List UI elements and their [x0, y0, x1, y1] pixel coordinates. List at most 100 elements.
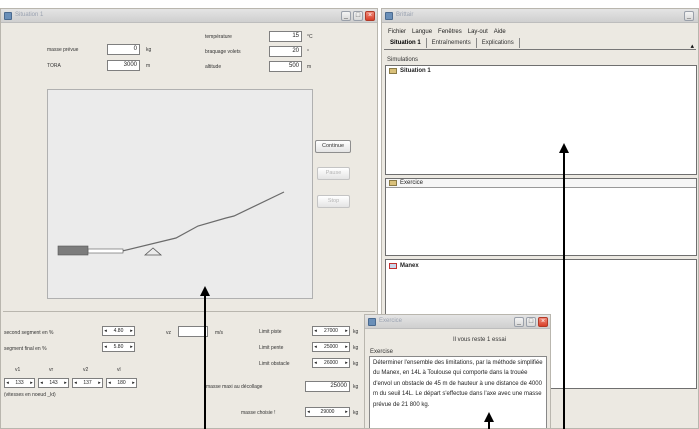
- situation-window: Situation 1 _ □ × masse prévue 0 kg TORA…: [0, 8, 378, 429]
- second-segment-value: 4.80: [113, 328, 124, 334]
- manex-tree-item[interactable]: Manex: [389, 263, 419, 269]
- stop-button[interactable]: Stop: [317, 195, 350, 208]
- limit-obstacle-value: 26000: [324, 360, 338, 366]
- menu-fenetres[interactable]: Fenêtres: [438, 29, 462, 35]
- pause-button[interactable]: Pause: [317, 167, 350, 180]
- vr-value: 143: [49, 380, 58, 386]
- aircraft-icon: [57, 245, 89, 256]
- main-window-title: Brittair: [396, 12, 414, 18]
- lower-separator: [3, 311, 375, 312]
- collapse-icon[interactable]: ▴: [690, 42, 694, 50]
- masse-prevue-field[interactable]: 0: [107, 44, 140, 55]
- menu-layout[interactable]: Lay-out: [468, 29, 488, 35]
- final-segment-value: 5.80: [113, 344, 124, 350]
- spin-right-icon[interactable]: ▸: [131, 379, 136, 387]
- close-icon[interactable]: ×: [538, 317, 548, 327]
- situation-tree-item[interactable]: Situation 1: [389, 68, 431, 74]
- vl-spinner[interactable]: ◂ 180 ▸: [106, 378, 137, 388]
- exercise-text: Déterminer l'ensemble des limitations, p…: [369, 356, 547, 428]
- spin-right-icon[interactable]: ▸: [129, 327, 134, 335]
- app-icon: [368, 318, 376, 326]
- braquage-label: braquage volets: [205, 49, 241, 55]
- exercise-tree-item[interactable]: Exercice: [389, 180, 423, 186]
- spin-right-icon[interactable]: ▸: [344, 359, 349, 367]
- spin-right-icon[interactable]: ▸: [29, 379, 34, 387]
- limit-pente-label: Limit pente: [259, 345, 284, 351]
- vr-header: vr: [49, 367, 54, 373]
- menu-langue[interactable]: Langue: [412, 29, 432, 35]
- spin-right-icon[interactable]: ▸: [63, 379, 68, 387]
- tora-field[interactable]: 3000: [107, 60, 140, 71]
- spin-right-icon[interactable]: ▸: [344, 343, 349, 351]
- second-segment-spinner[interactable]: ◂ 4.80 ▸: [102, 326, 135, 336]
- menu-fichier[interactable]: Fichier: [388, 29, 406, 35]
- maximize-icon[interactable]: □: [353, 11, 363, 21]
- maximize-icon[interactable]: □: [526, 317, 536, 327]
- exercise-titlebar[interactable]: Exercice _ □ ×: [365, 315, 550, 329]
- tora-unit: m: [146, 63, 151, 69]
- app-icon: [4, 12, 12, 20]
- minimize-icon[interactable]: _: [514, 317, 524, 327]
- spin-right-icon[interactable]: ▸: [97, 379, 102, 387]
- vz-label: vz: [166, 330, 171, 336]
- braquage-unit: °: [307, 49, 309, 55]
- masse-prevue-label: masse prévue: [47, 47, 79, 53]
- masse-choisie-unit: kg: [353, 410, 359, 416]
- menu-aide[interactable]: Aide: [494, 29, 506, 35]
- minimize-icon[interactable]: _: [341, 11, 351, 21]
- annotation-arrow-dialog: [488, 421, 490, 429]
- altitude-unit: m: [307, 64, 312, 70]
- climb-trajectory: [117, 191, 285, 253]
- situation-titlebar[interactable]: Situation 1 _ □ ×: [1, 9, 377, 23]
- masse-choisie-spinner[interactable]: ◂ 29000 ▸: [305, 407, 350, 417]
- exercise-panel: Exercice: [385, 178, 697, 256]
- minimize-icon[interactable]: _: [684, 11, 694, 21]
- manex-item-label: Manex: [400, 263, 419, 269]
- spin-right-icon[interactable]: ▸: [344, 327, 349, 335]
- temperature-unit: °C: [307, 34, 313, 40]
- limit-piste-spinner[interactable]: ◂ 27000 ▸: [312, 326, 350, 336]
- folder-icon: [389, 180, 397, 186]
- arrow-head-icon: [200, 286, 210, 296]
- simulation-canvas: [47, 89, 313, 299]
- close-icon[interactable]: ×: [365, 11, 375, 21]
- tab-situation[interactable]: Situation 1: [385, 38, 427, 48]
- v1-spinner[interactable]: ◂ 133 ▸: [4, 378, 35, 388]
- masse-maxi-unit: kg: [353, 384, 359, 390]
- temperature-field[interactable]: 15: [269, 31, 302, 42]
- tab-entrainements[interactable]: Entraînements: [427, 38, 477, 48]
- limit-pente-spinner[interactable]: ◂ 25000 ▸: [312, 342, 350, 352]
- tab-explications[interactable]: Explications: [477, 38, 520, 48]
- limit-piste-label: Limit piste: [259, 329, 282, 335]
- main-titlebar[interactable]: Brittair _: [382, 9, 698, 23]
- vl-value: 180: [117, 380, 126, 386]
- temperature-label: température: [205, 34, 232, 40]
- limit-piste-value: 27000: [324, 328, 338, 334]
- situation-item-label: Situation 1: [400, 68, 431, 74]
- folder-icon: [389, 68, 397, 74]
- menu-bar: Fichier Langue Fenêtres Lay-out Aide: [388, 29, 512, 35]
- main-tabs: Situation 1 Entraînements Explications: [385, 38, 520, 48]
- v1-value: 133: [15, 380, 24, 386]
- final-segment-spinner[interactable]: ◂ 5.80 ▸: [102, 342, 135, 352]
- annotation-arrow-left: [204, 295, 206, 429]
- continue-button[interactable]: Continue: [315, 140, 351, 153]
- braquage-field[interactable]: 20: [269, 46, 302, 57]
- annotation-arrow-right: [563, 152, 565, 429]
- altitude-field[interactable]: 500: [269, 61, 302, 72]
- v1-header: v1: [15, 367, 21, 373]
- v2-header: v2: [83, 367, 89, 373]
- limit-pente-unit: kg: [353, 345, 359, 351]
- spin-right-icon[interactable]: ▸: [129, 343, 134, 351]
- vz-unit: m/s: [215, 330, 224, 336]
- limit-piste-unit: kg: [353, 329, 359, 335]
- simulations-panel: Situation 1: [385, 65, 697, 175]
- masse-choisie-label: masse choisie !: [241, 410, 276, 416]
- spin-right-icon[interactable]: ▸: [344, 408, 349, 416]
- exercise-item-label: Exercice: [400, 180, 424, 186]
- v2-spinner[interactable]: ◂ 137 ▸: [72, 378, 103, 388]
- masse-prevue-unit: kg: [146, 47, 152, 53]
- limit-obstacle-spinner[interactable]: ◂ 26000 ▸: [312, 358, 350, 368]
- simulations-label: Simulations: [387, 57, 419, 63]
- vr-spinner[interactable]: ◂ 143 ▸: [38, 378, 69, 388]
